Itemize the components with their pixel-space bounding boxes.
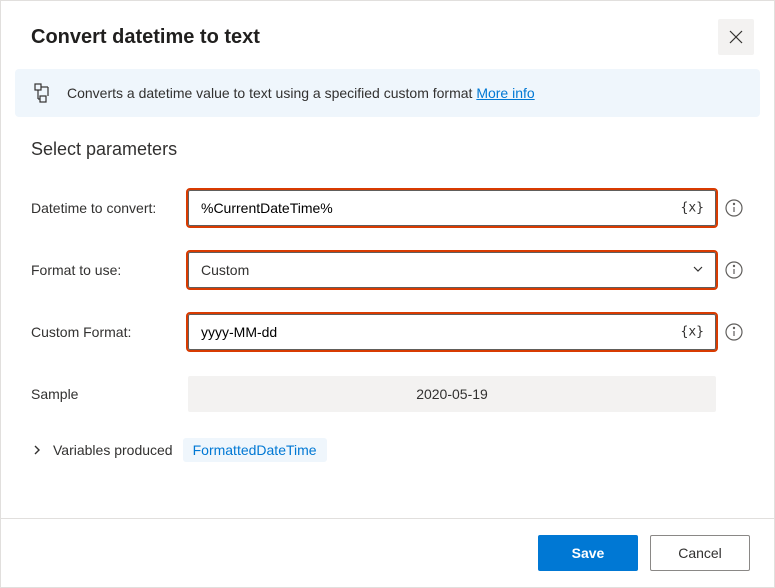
field-custom-format: {x} (188, 314, 716, 350)
variable-picker-icon[interactable]: {x} (677, 323, 708, 342)
more-info-link[interactable]: More info (476, 85, 534, 101)
field-datetime: {x} (188, 190, 716, 226)
cancel-button[interactable]: Cancel (650, 535, 750, 571)
label-sample: Sample (31, 386, 180, 402)
sample-value: 2020-05-19 (188, 376, 716, 412)
info-icon[interactable] (724, 198, 744, 218)
variables-label: Variables produced (53, 442, 173, 458)
select-format[interactable]: Custom (188, 252, 716, 288)
row-datetime: Datetime to convert: {x} (31, 190, 744, 226)
section-title: Select parameters (31, 139, 744, 160)
close-icon (729, 30, 743, 44)
dialog-footer: Save Cancel (1, 518, 774, 587)
variable-picker-icon[interactable]: {x} (677, 199, 708, 218)
dialog-header: Convert datetime to text (1, 1, 774, 69)
row-sample: Sample 2020-05-19 (31, 376, 744, 412)
action-icon (33, 83, 53, 103)
variable-pill[interactable]: FormattedDateTime (183, 438, 327, 462)
variables-produced-row: Variables produced FormattedDateTime (31, 438, 744, 462)
banner-text: Converts a datetime value to text using … (67, 85, 535, 101)
select-format-value: Custom (201, 262, 249, 278)
row-custom-format: Custom Format: {x} (31, 314, 744, 350)
expand-toggle[interactable] (31, 444, 43, 456)
input-datetime[interactable] (188, 190, 716, 226)
dialog-body: Select parameters Datetime to convert: {… (1, 123, 774, 518)
input-custom-format[interactable] (188, 314, 716, 350)
label-custom-format: Custom Format: (31, 324, 180, 340)
label-format: Format to use: (31, 262, 180, 278)
info-icon[interactable] (724, 260, 744, 280)
info-icon[interactable] (724, 322, 744, 342)
label-datetime: Datetime to convert: (31, 200, 180, 216)
dialog-title: Convert datetime to text (31, 26, 260, 49)
close-button[interactable] (718, 19, 754, 55)
save-button[interactable]: Save (538, 535, 638, 571)
info-banner: Converts a datetime value to text using … (15, 69, 760, 117)
row-format: Format to use: Custom (31, 252, 744, 288)
field-format: Custom (188, 252, 716, 288)
chevron-right-icon (31, 444, 43, 456)
convert-datetime-dialog: Convert datetime to text Converts a date… (0, 0, 775, 588)
